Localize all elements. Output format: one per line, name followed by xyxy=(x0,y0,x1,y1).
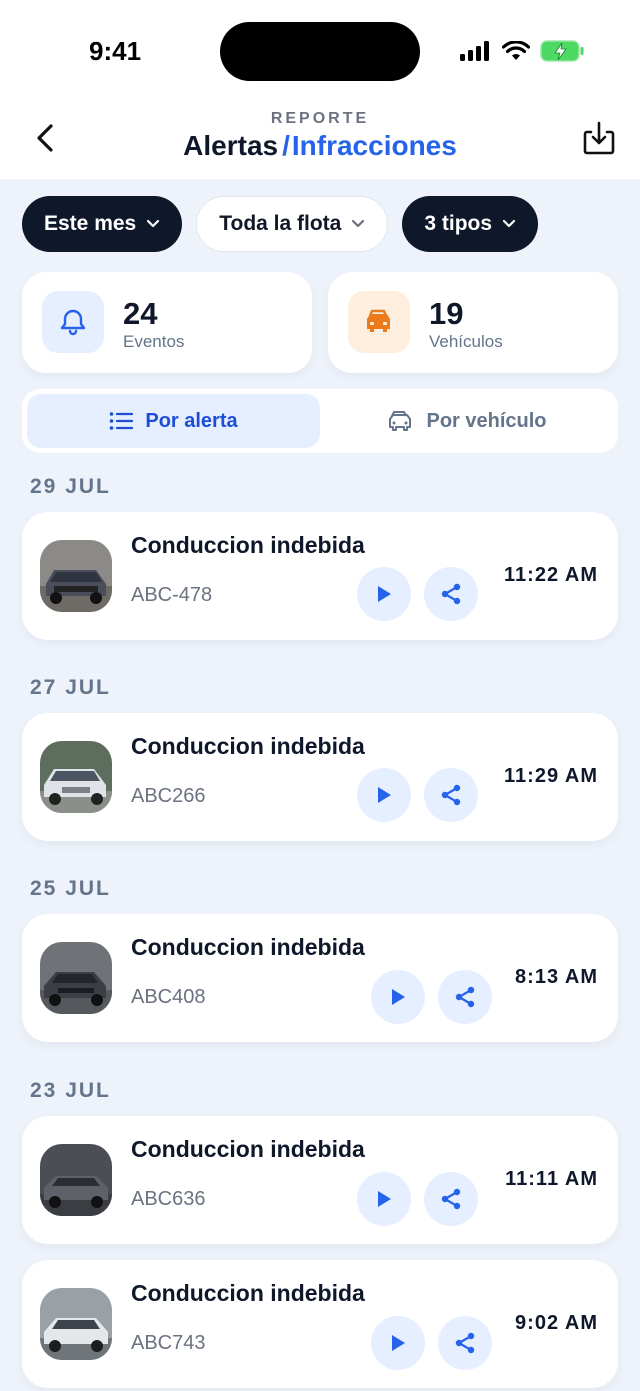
chevron-down-icon xyxy=(147,219,160,228)
alert-title: Conduccion indebida xyxy=(131,1136,365,1162)
alert-time: 11:29 AM xyxy=(504,765,598,787)
vehicle-photo xyxy=(40,540,112,612)
tab-by-vehicle[interactable]: Por vehículo xyxy=(320,394,613,448)
play-button[interactable] xyxy=(357,567,411,621)
cars-icon xyxy=(348,291,410,353)
tab-by-alert-label: Por alerta xyxy=(145,409,238,432)
events-card: 24 Eventos xyxy=(22,272,312,373)
events-count: 24 xyxy=(123,296,158,331)
vehicles-count: 19 xyxy=(429,296,464,331)
play-button[interactable] xyxy=(357,1172,411,1226)
alert-card[interactable]: Conduccion indebida ABC743 9:02 AM xyxy=(22,1260,618,1388)
signal-icon xyxy=(460,41,489,61)
title-separator: / xyxy=(282,130,290,161)
alert-card[interactable]: Conduccion indebida ABC266 11:29 AM xyxy=(22,713,618,841)
vehicle-plate: ABC266 xyxy=(131,785,206,807)
play-icon xyxy=(378,787,391,803)
page-kicker: REPORTE xyxy=(270,110,370,127)
share-button[interactable] xyxy=(424,567,478,621)
share-button[interactable] xyxy=(438,1316,492,1370)
play-button[interactable] xyxy=(371,970,425,1024)
alert-time: 8:13 AM xyxy=(515,966,598,988)
vehicle-plate: ABC743 xyxy=(131,1332,206,1354)
events-label: Eventos xyxy=(123,332,185,351)
vehicles-label: Vehículos xyxy=(429,332,503,351)
vehicle-photo xyxy=(40,741,112,813)
filter-period[interactable]: Este mes xyxy=(22,196,183,252)
share-icon xyxy=(441,784,461,806)
date-header: 27 JUL xyxy=(30,676,111,699)
play-icon xyxy=(392,989,405,1005)
alert-card[interactable]: Conduccion indebida ABC408 8:13 AM xyxy=(22,914,618,1042)
cars-icon xyxy=(389,411,412,431)
share-button[interactable] xyxy=(438,970,492,1024)
filter-fleet[interactable]: Toda la flota xyxy=(196,196,389,252)
share-icon xyxy=(455,1332,475,1354)
title-infractions: Infracciones xyxy=(291,130,457,161)
vehicle-plate: ABC636 xyxy=(131,1188,206,1210)
alert-title: Conduccion indebida xyxy=(131,733,365,759)
vehicle-plate: ABC408 xyxy=(131,986,206,1008)
play-icon xyxy=(392,1335,405,1351)
filter-bar: Este mes Toda la flota 3 tipos xyxy=(22,196,539,252)
alert-time: 11:22 AM xyxy=(504,564,598,586)
vehicle-photo xyxy=(40,1288,112,1360)
alert-title: Conduccion indebida xyxy=(131,1280,365,1306)
vehicle-plate: ABC-478 xyxy=(131,584,213,606)
nav-bar: REPORTE Alertas/Infracciones xyxy=(0,100,640,179)
battery-icon xyxy=(540,40,584,62)
view-toggle: Por alerta Por vehículo xyxy=(22,389,618,453)
date-header: 29 JUL xyxy=(30,475,111,498)
download-icon xyxy=(583,121,615,155)
date-header: 25 JUL xyxy=(30,877,111,900)
date-header: 23 JUL xyxy=(30,1079,111,1102)
share-button[interactable] xyxy=(424,768,478,822)
filter-fleet-label: Toda la flota xyxy=(219,212,342,235)
status-icons xyxy=(460,40,584,62)
alert-time: 9:02 AM xyxy=(515,1312,598,1334)
play-button[interactable] xyxy=(371,1316,425,1370)
alert-time: 11:11 AM xyxy=(505,1168,598,1190)
alert-title: Conduccion indebida xyxy=(131,934,365,960)
dynamic-island xyxy=(220,22,420,81)
play-button[interactable] xyxy=(357,768,411,822)
share-icon xyxy=(441,583,461,605)
status-bar: 9:41 xyxy=(0,0,640,100)
vehicle-photo xyxy=(40,942,112,1014)
download-button[interactable] xyxy=(582,120,616,156)
vehicle-photo xyxy=(40,1144,112,1216)
status-time: 9:41 xyxy=(89,36,142,66)
list-icon xyxy=(110,412,134,430)
filter-period-label: Este mes xyxy=(44,212,137,235)
filter-types-label: 3 tipos xyxy=(424,212,493,235)
chevron-down-icon xyxy=(502,219,516,228)
title-alerts: Alertas xyxy=(183,130,279,161)
play-icon xyxy=(378,586,391,602)
bell-icon xyxy=(42,291,104,353)
play-icon xyxy=(378,1191,391,1207)
share-icon xyxy=(455,986,475,1008)
page-title: Alertas/Infracciones xyxy=(0,130,640,162)
alert-card[interactable]: Conduccion indebida ABC-478 11:22 AM xyxy=(22,512,618,640)
share-button[interactable] xyxy=(424,1172,478,1226)
page-header: REPORTE Alertas/Infracciones xyxy=(0,110,640,162)
stats-row: 24 Eventos 19 Vehículos xyxy=(22,272,618,373)
alert-title: Conduccion indebida xyxy=(131,532,365,558)
vehicles-card: 19 Vehículos xyxy=(328,272,618,373)
tab-by-vehicle-label: Por vehículo xyxy=(426,409,547,432)
chevron-down-icon xyxy=(352,219,365,228)
tab-by-alert[interactable]: Por alerta xyxy=(27,394,320,448)
alert-card[interactable]: Conduccion indebida ABC636 11:11 AM xyxy=(22,1116,618,1244)
share-icon xyxy=(441,1188,461,1210)
wifi-icon xyxy=(502,41,530,60)
filter-types[interactable]: 3 tipos xyxy=(402,196,539,252)
